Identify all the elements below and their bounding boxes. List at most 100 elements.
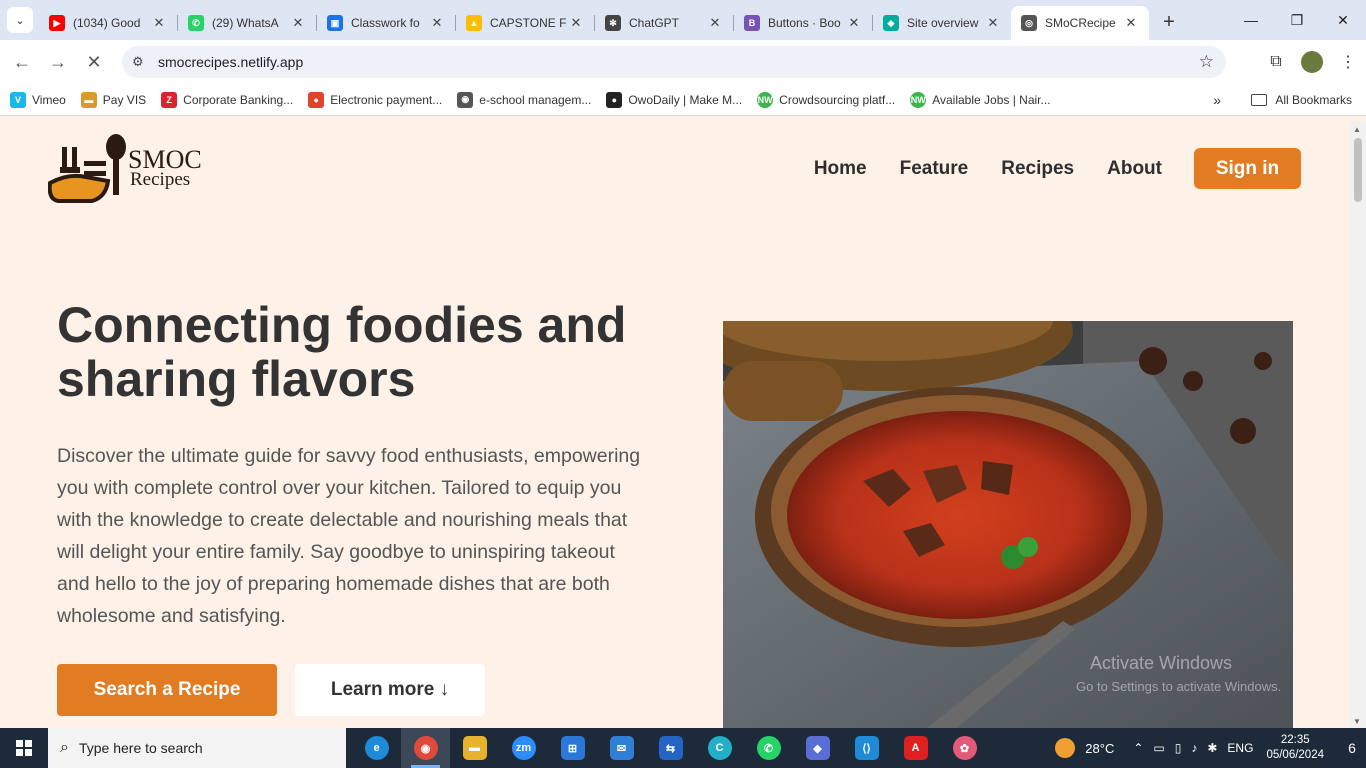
browser-tab[interactable]: ✆ (29) WhatsA ✕: [178, 7, 316, 39]
clock[interactable]: 22:35 05/06/2024: [1266, 733, 1324, 763]
bookmark-label: Crowdsourcing platf...: [779, 92, 896, 107]
volume-icon[interactable]: ♪: [1191, 741, 1197, 755]
tab-title: SMoCRecipe: [1045, 16, 1116, 30]
browser-tab[interactable]: ▲ CAPSTONE F ✕: [456, 7, 594, 39]
browser-tab[interactable]: ▣ Classwork fo ✕: [317, 7, 455, 39]
close-window-icon[interactable]: ✕: [1320, 0, 1366, 40]
notifications-button[interactable]: 6: [1338, 740, 1366, 756]
tab-favicon-icon: ◆: [883, 15, 899, 31]
bookmark-item[interactable]: ● Electronic payment...: [308, 91, 442, 108]
minimize-icon[interactable]: —: [1228, 0, 1274, 40]
nav-home[interactable]: Home: [814, 158, 867, 180]
chevron-up-icon[interactable]: ⌃: [1133, 741, 1143, 755]
close-tab-icon[interactable]: ✕: [568, 15, 584, 31]
windows-taskbar: ⌕ Type here to search e ◉ ▬ zm ⊞ ✉ ⇆ C ✆…: [0, 728, 1366, 768]
edge-app[interactable]: e: [352, 728, 401, 768]
browser-tab[interactable]: B Buttons · Boo ✕: [734, 7, 872, 39]
store-app[interactable]: ⊞: [548, 728, 597, 768]
tab-strip: ▶ (1034) Good ✕ ✆ (29) WhatsA ✕ ▣ Classwork fo ✕…: [39, 0, 1149, 40]
close-tab-icon[interactable]: ✕: [429, 15, 445, 31]
bookmark-item[interactable]: ◉ e-school managem...: [457, 91, 591, 108]
sign-in-button[interactable]: Sign in: [1194, 148, 1301, 189]
all-bookmarks-button[interactable]: All Bookmarks: [1251, 93, 1352, 107]
tab-title: CAPSTONE F: [490, 16, 567, 30]
copilot-app[interactable]: ◆: [793, 728, 842, 768]
taskbar-apps: e ◉ ▬ zm ⊞ ✉ ⇆ C ✆ ◆ ⟨⟩ A ✿: [352, 728, 989, 768]
restore-icon[interactable]: ❐: [1274, 0, 1320, 40]
canva-app[interactable]: C: [695, 728, 744, 768]
bookmark-item[interactable]: ● OwoDaily | Make M...: [606, 91, 743, 108]
nav-recipes[interactable]: Recipes: [1001, 158, 1074, 180]
new-tab-button[interactable]: +: [1155, 8, 1183, 36]
start-button[interactable]: [0, 728, 48, 768]
scroll-down-icon[interactable]: ▼: [1353, 717, 1361, 726]
bookmark-item[interactable]: V Vimeo: [10, 91, 66, 108]
forward-icon[interactable]: →: [40, 44, 76, 80]
chrome-icon: ◉: [413, 736, 438, 760]
zoom-icon: zm: [511, 736, 536, 760]
browser-tab[interactable]: ◆ Site overview ✕: [873, 7, 1011, 39]
vscode-app[interactable]: ⟨⟩: [842, 728, 891, 768]
zoom-app[interactable]: zm: [499, 728, 548, 768]
edge-icon: e: [364, 736, 389, 760]
scroll-up-icon[interactable]: ▲: [1353, 125, 1361, 134]
language-indicator[interactable]: ENG: [1227, 741, 1253, 755]
back-icon[interactable]: ←: [4, 44, 40, 80]
extensions-icon[interactable]: ⧉: [1258, 53, 1294, 71]
bookmark-item[interactable]: Z Corporate Banking...: [161, 91, 293, 108]
stop-loading-icon[interactable]: ✕: [76, 44, 112, 80]
chrome-app[interactable]: ◉: [401, 728, 450, 768]
close-tab-icon[interactable]: ✕: [985, 15, 1001, 31]
bookmark-star-icon[interactable]: ☆: [1199, 52, 1214, 72]
address-bar[interactable]: ⚙ smocrecipes.netlify.app ☆: [122, 46, 1226, 78]
page-scrollbar[interactable]: ▲ ▼: [1350, 121, 1366, 728]
close-tab-icon[interactable]: ✕: [707, 15, 723, 31]
menu-kebab-icon[interactable]: ⋮: [1330, 52, 1366, 72]
browser-tab[interactable]: ◎ SMoCRecipe ✕: [1011, 6, 1149, 40]
other-app[interactable]: ✿: [940, 728, 989, 768]
network-icon[interactable]: ▭: [1153, 741, 1164, 755]
browser-tab-bar: ⌄ ▶ (1034) Good ✕ ✆ (29) WhatsA ✕ ▣ Classwork f…: [0, 0, 1366, 40]
bluetooth-icon[interactable]: ✱: [1207, 741, 1217, 755]
scrollbar-thumb[interactable]: [1354, 138, 1362, 202]
close-tab-icon[interactable]: ✕: [151, 15, 167, 31]
bookmark-favicon-icon: ●: [308, 91, 325, 108]
weather-widget[interactable]: 28°C: [1055, 738, 1114, 758]
bookmark-item[interactable]: NW Crowdsourcing platf...: [757, 91, 896, 108]
tab-search-button[interactable]: ⌄: [7, 7, 33, 33]
bookmarks-overflow-icon[interactable]: »: [1213, 92, 1221, 108]
bookmark-item[interactable]: NW Available Jobs | Nair...: [910, 91, 1051, 108]
logo-mark-icon: [47, 133, 128, 203]
tab-favicon-icon: ▶: [49, 15, 65, 31]
bookmark-favicon-icon: NW: [910, 91, 927, 108]
profile-avatar[interactable]: [1301, 51, 1323, 73]
search-recipe-button[interactable]: Search a Recipe: [57, 664, 277, 716]
remote-icon: ⇆: [658, 736, 683, 760]
mail-app[interactable]: ✉: [597, 728, 646, 768]
remote-app[interactable]: ⇆: [646, 728, 695, 768]
close-tab-icon[interactable]: ✕: [1123, 15, 1139, 31]
window-controls: — ❐ ✕: [1228, 0, 1366, 40]
close-tab-icon[interactable]: ✕: [846, 15, 862, 31]
browser-tab[interactable]: ✻ ChatGPT ✕: [595, 7, 733, 39]
acrobat-app[interactable]: A: [891, 728, 940, 768]
system-tray: 28°C ⌃ ▭ ▯ ♪ ✱ ENG 22:35 05/06/2024 6: [1055, 728, 1366, 768]
learn-more-button[interactable]: Learn more ↓: [295, 664, 485, 716]
bookmark-label: Vimeo: [32, 92, 66, 107]
bookmark-label: OwoDaily | Make M...: [628, 92, 743, 107]
taskbar-search[interactable]: ⌕ Type here to search: [48, 728, 346, 768]
nav-about[interactable]: About: [1107, 158, 1162, 180]
tab-favicon-icon: B: [744, 15, 760, 31]
site-logo[interactable]: SMOC Recipes: [47, 133, 202, 203]
whatsapp-app[interactable]: ✆: [744, 728, 793, 768]
browser-tab[interactable]: ▶ (1034) Good ✕: [39, 7, 177, 39]
bookmark-item[interactable]: ▬ Pay VIS: [80, 91, 146, 108]
file-explorer-app[interactable]: ▬: [450, 728, 499, 768]
site-info-icon[interactable]: ⚙: [132, 54, 152, 70]
weather-icon: [1055, 738, 1076, 758]
close-tab-icon[interactable]: ✕: [290, 15, 306, 31]
nav-feature[interactable]: Feature: [900, 158, 969, 180]
acrobat-icon: A: [903, 736, 928, 760]
windows-logo-icon: [16, 740, 32, 756]
battery-icon[interactable]: ▯: [1175, 741, 1182, 755]
